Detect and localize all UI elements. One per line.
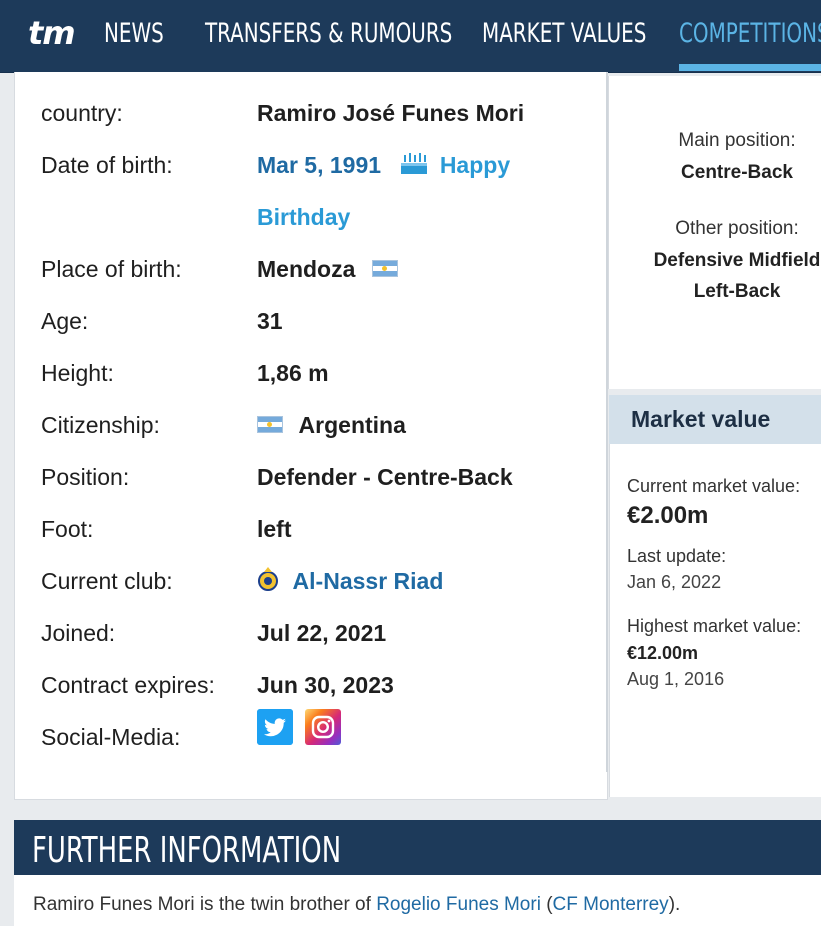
row-label: Place of birth: <box>41 256 182 282</box>
row-foot: Foot: left <box>41 504 601 556</box>
age-value: 31 <box>257 308 283 334</box>
argentina-flag-icon <box>257 416 283 434</box>
text-segment: ). <box>668 894 681 915</box>
date-of-birth-value: Mar 5, 1991 Happy <box>257 152 510 179</box>
row-label: Position: <box>41 464 130 490</box>
citizenship-value: Argentina <box>257 412 406 439</box>
happy-birthday-link-line2[interactable]: Birthday <box>257 204 350 231</box>
row-label: Citizenship: <box>41 412 160 438</box>
other-position-value-1: Defensive Midfield <box>653 250 821 271</box>
row-age: Age: 31 <box>41 296 601 348</box>
other-position-value-2: Left-Back <box>693 281 781 302</box>
row-label: Date of birth: <box>41 152 173 178</box>
place-of-birth-text: Mendoza <box>257 256 356 282</box>
row-contract-expires: Contract expires: Jun 30, 2023 <box>41 660 601 712</box>
height-value: 1,86 m <box>257 360 329 386</box>
top-navigation: tm NEWS TRANSFERS & RUMOURS MARKET VALUE… <box>0 0 821 73</box>
market-value-title: Market value <box>631 406 771 432</box>
nav-competitions[interactable]: COMPETITIONS <box>679 18 821 54</box>
last-update-value: Jan 6, 2022 <box>627 572 722 592</box>
row-place-of-birth: Place of birth: Mendoza <box>41 244 601 296</box>
contract-expires-value: Jun 30, 2023 <box>257 672 394 698</box>
cf-monterrey-link[interactable]: CF Monterrey <box>553 894 669 915</box>
birthday-cake-icon <box>401 152 428 174</box>
twitter-icon[interactable] <box>257 709 293 745</box>
market-value-header: Market value <box>609 395 821 444</box>
current-club-value: Al-Nassr Riad <box>257 566 444 596</box>
further-information-title: FURTHER INFORMATION <box>32 830 342 871</box>
joined-value: Jul 22, 2021 <box>257 620 387 646</box>
current-market-value[interactable]: €2.00m <box>627 502 708 530</box>
position-value: Defender - Centre-Back <box>257 464 513 490</box>
further-information-body: Ramiro Funes Mori is the twin brother of… <box>14 875 821 926</box>
nav-transfers-rumours[interactable]: TRANSFERS & RUMOURS <box>205 18 452 54</box>
row-country: country: Ramiro José Funes Mori <box>41 88 601 140</box>
row-label: Social-Media: <box>41 724 181 750</box>
nav-market-values[interactable]: MARKET VALUES <box>482 18 646 54</box>
other-position-label: Other position: <box>675 218 799 239</box>
row-height: Height: 1,86 m <box>41 348 601 400</box>
rogelio-funes-mori-link[interactable]: Rogelio Funes Mori <box>376 894 541 915</box>
row-label: Current club: <box>41 568 173 594</box>
happy-birthday-link[interactable]: Happy <box>440 152 510 178</box>
player-data-card: country: Ramiro José Funes Mori Date of … <box>14 72 608 800</box>
main-position-label: Main position: <box>678 130 796 151</box>
row-position: Position: Defender - Centre-Back <box>41 452 601 504</box>
active-nav-indicator <box>679 64 821 71</box>
text-segment: ( <box>540 894 553 915</box>
row-current-club: Current club: Al-Nassr Riad <box>41 556 601 608</box>
foot-value: left <box>257 516 292 542</box>
current-market-value-label: Current market value: <box>627 476 801 496</box>
date-of-birth-link[interactable]: Mar 5, 1991 <box>257 152 381 178</box>
argentina-flag-icon <box>371 260 398 278</box>
main-position-value: Centre-Back <box>681 162 793 183</box>
full-name-value: Ramiro José Funes Mori <box>257 100 525 126</box>
position-card: Main position: Centre-Back Other positio… <box>608 76 821 389</box>
place-of-birth-value: Mendoza <box>257 256 398 283</box>
further-information-header: FURTHER INFORMATION <box>14 820 821 875</box>
row-joined: Joined: Jul 22, 2021 <box>41 608 601 660</box>
text-segment: Ramiro Funes Mori is the twin brother of <box>33 894 377 915</box>
instagram-icon[interactable] <box>305 709 341 745</box>
row-label: Foot: <box>41 516 94 542</box>
current-club-link[interactable]: Al-Nassr Riad <box>293 568 444 594</box>
row-date-of-birth: Date of birth: Mar 5, 1991 Happy Birthda… <box>41 140 601 244</box>
row-label: Contract expires: <box>41 672 215 698</box>
row-label: Joined: <box>41 620 116 646</box>
highest-market-value-label: Highest market value: <box>627 616 802 636</box>
club-crest-icon[interactable] <box>257 566 279 592</box>
nav-news[interactable]: NEWS <box>104 18 164 54</box>
row-citizenship: Citizenship: Argentina <box>41 400 601 452</box>
market-value-card: Current market value: €2.00m Last update… <box>609 444 821 797</box>
highest-market-value: €12.00m <box>627 643 699 663</box>
row-label: Age: <box>41 308 89 334</box>
transfermarkt-logo[interactable]: tm <box>28 14 76 52</box>
citizenship-text: Argentina <box>298 412 406 438</box>
further-information-text: Ramiro Funes Mori is the twin brother of… <box>33 894 680 916</box>
row-label: country: <box>41 100 123 126</box>
last-update-label: Last update: <box>627 546 727 566</box>
row-label: Height: <box>41 360 114 386</box>
highest-market-value-date: Aug 1, 2016 <box>627 669 725 689</box>
